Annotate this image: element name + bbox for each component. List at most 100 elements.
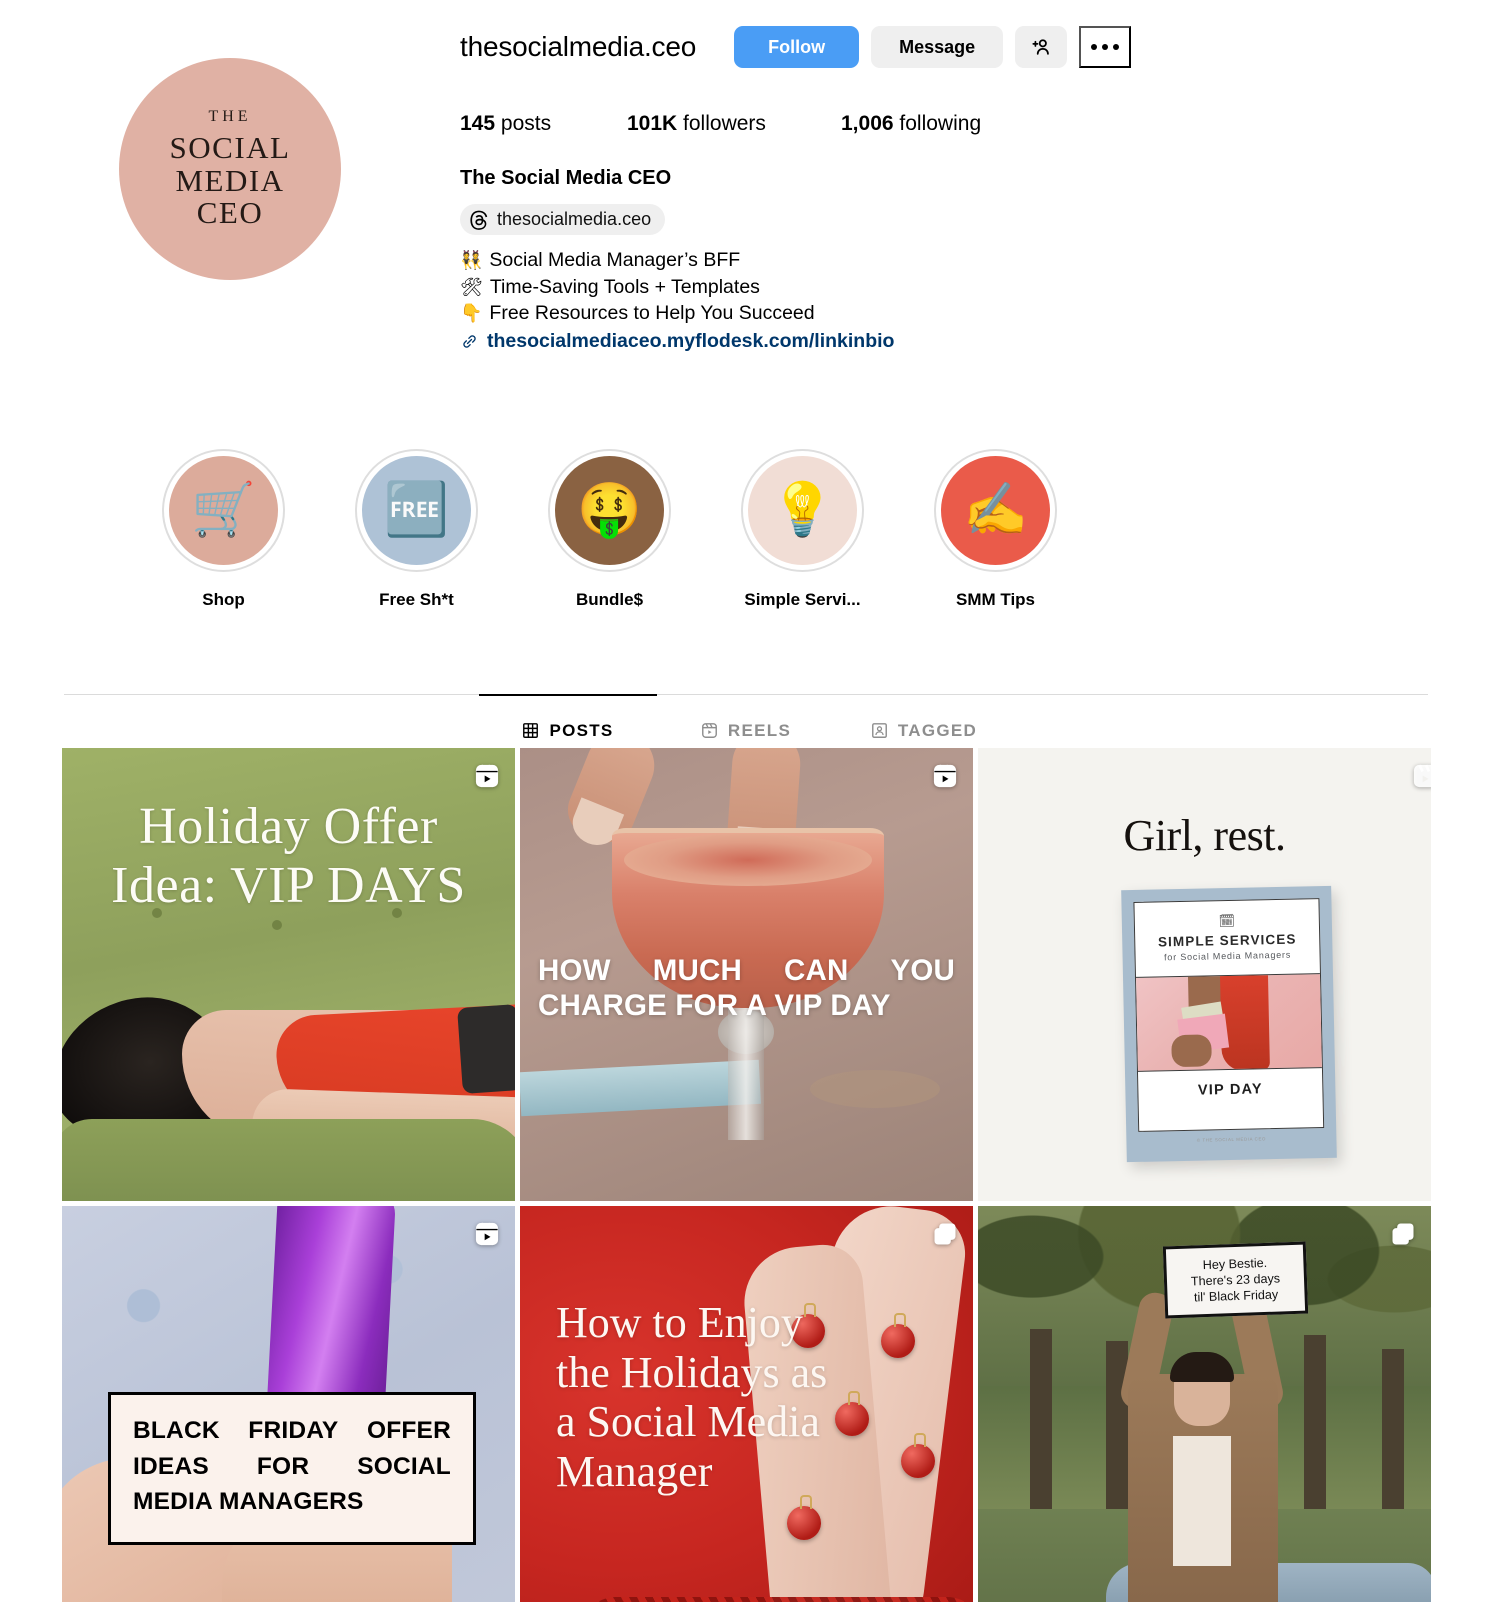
reels-icon [701,723,717,739]
username-action-row: thesocialmedia.ceo Follow Message [460,24,1492,70]
post2-drink-foam [624,834,872,886]
stat-followers[interactable]: 101K followers [627,112,841,136]
post-grid: Holiday Offer Idea: VIP DAYS HOW MUCH CA… [62,748,1432,1602]
post4-word-2: FRIDAY [248,1417,339,1444]
post3-mockup-title: SIMPLE SERVICES [1157,931,1297,950]
highlight-bundles[interactable]: 🤑 Bundle$ [513,448,706,610]
post6-held-sign: Hey Bestie. There's 23 days til' Black F… [1162,1241,1309,1319]
post4-word-4: IDEAS [133,1452,209,1480]
threads-handle: thesocialmedia.ceo [497,209,652,229]
post6-shirt [1173,1436,1231,1566]
highlight-smm-tips[interactable]: ✍️ SMM Tips [899,448,1092,610]
profile-header: THE SOCIAL MEDIA CEO thesocialmedia.ceo … [0,0,1492,355]
highlight-simple-services[interactable]: 💡 Simple Servi... [706,448,899,610]
link-chain-icon [460,332,479,351]
highlight-shop-ring: 🛒 [162,448,285,572]
post3-mockup-subtitle: for Social Media Managers [1163,949,1292,963]
post6-tree [1304,1335,1326,1535]
tagged-person-icon [871,723,887,739]
post3-mockup-footer: VIP DAY [1197,1081,1263,1099]
following-label: following [899,112,982,135]
post3-mockup-page: 🗓 SIMPLE SERVICES for Social Media Manag… [1133,898,1325,1132]
profile-avatar[interactable]: THE SOCIAL MEDIA CEO [119,58,341,280]
followers-count: 101K [627,112,678,135]
highlight-free-shit-ring: 🆓 [355,448,478,572]
avatar-line-social: SOCIAL [169,130,291,166]
grid-icon [523,723,539,739]
more-options-button[interactable] [1079,26,1132,68]
bio-link[interactable]: thesocialmediaceo.myflodesk.com/linkinbi… [460,328,1492,355]
post4-caption-line3: MEDIA MANAGERS [133,1488,364,1516]
shopping-cart-icon: 🛒 [169,455,278,565]
profile-full-name: The Social Media CEO [460,167,672,189]
post2-coaster [810,1070,940,1108]
post-how-much-charge-vip-day[interactable]: HOW MUCH CAN YOU CHARGE FOR A VIP DAY [520,748,973,1201]
stat-following[interactable]: 1,006 following [841,112,981,136]
bio-line-3-text: Free Resources to Help You Succeed [489,302,815,325]
writing-hand-icon: ✍️ [941,455,1050,565]
post5-tinsel [580,1597,973,1602]
bio-link-text: thesocialmediaceo.myflodesk.com/linkinbi… [487,330,895,353]
post4-word-1: BLACK [133,1417,220,1444]
highlight-shop[interactable]: 🛒 Shop [127,448,320,610]
add-person-button[interactable] [1015,26,1068,68]
post2-word-3: CAN [783,954,849,987]
post5-caption-line4: Manager [556,1447,713,1497]
post5-caption-line1: How to Enjoy [556,1298,803,1347]
threads-icon [470,210,488,230]
post1-tuft [272,920,282,930]
post-holiday-offer-vip-days[interactable]: Holiday Offer Idea: VIP DAYS [62,748,515,1201]
post3-photo-hand [1171,1034,1212,1068]
reel-icon [473,762,501,795]
post4-caption-line2: IDEAS FOR SOCIAL [133,1449,451,1485]
tools-icon: 🛠 [460,276,483,297]
avatar-line-ceo: CEO [196,194,264,230]
post3-guide-mockup: 🗓 SIMPLE SERVICES for Social Media Manag… [1121,885,1337,1163]
bio-line-2: 🛠 Time-Saving Tools + Templates [460,274,1492,301]
post-hey-bestie-black-friday[interactable]: Hey Bestie. There's 23 days til' Black F… [978,1206,1431,1602]
carousel-icon [1389,1220,1417,1253]
free-button-icon: 🆓 [362,455,471,565]
post3-caption: Girl, rest. [1123,811,1286,860]
bio-line-1-text: Social Media Manager’s BFF [489,249,741,271]
post2-word-4: YOU [890,954,955,987]
tab-tagged-label: TAGGED [897,720,978,740]
post6-tree [1030,1329,1052,1539]
highlight-free-shit[interactable]: 🆓 Free Sh*t [320,448,513,610]
avatar-line-the: THE [208,107,252,125]
highlight-smm-tips-ring: ✍️ [934,448,1057,572]
post5-ornament [901,1433,935,1478]
post6-sign-line3: til' Black Friday [1193,1287,1279,1305]
post5-caption-line2: the Holidays as [556,1347,828,1397]
light-bulb-icon: 💡 [748,455,857,565]
threads-badge[interactable]: thesocialmedia.ceo [460,204,666,235]
more-dot-2 [1102,44,1109,50]
post2-bar-surface [520,1059,761,1117]
story-highlights: 🛒 Shop 🆓 Free Sh*t 🤑 Bundle$ 💡 Simple Se… [0,355,1492,610]
more-dot-3 [1113,44,1120,50]
reel-icon [473,1220,501,1253]
posts-count: 145 [460,112,496,135]
post1-caption-line2: Idea: VIP DAYS [111,856,466,914]
post1-caption: Holiday Offer Idea: VIP DAYS [62,798,515,916]
highlight-bundles-ring: 🤑 [548,448,671,572]
post-enjoy-holidays-as-smm[interactable]: How to Enjoy the Holidays as a Social Me… [520,1206,973,1602]
message-button[interactable]: Message [871,26,1004,68]
profile-stats: 145 posts 101K followers 1,006 following [460,112,1492,136]
post2-word-1: HOW [538,954,611,987]
highlight-simple-services-label: Simple Servi... [744,589,861,609]
carousel-icon [931,1220,959,1253]
post2-caption-line2: CHARGE FOR A VIP DAY [538,988,891,1022]
dancers-icon: 👯 [460,250,483,270]
profile-info-column: thesocialmedia.ceo Follow Message 145 po… [460,18,1492,355]
calendar-icon: 🗓 [1218,912,1236,929]
post-black-friday-offer-ideas[interactable]: BLACK FRIDAY OFFER IDEAS FOR SOCIAL MEDI… [62,1206,515,1602]
post-girl-rest[interactable]: Girl, rest. 🗓 SIMPLE SERVICES for Social… [978,748,1431,1201]
follow-button[interactable]: Follow [734,26,860,68]
avatar-column: THE SOCIAL MEDIA CEO [0,18,460,355]
tab-reels-label: REELS [727,720,792,740]
money-mouth-face-icon: 🤑 [555,455,664,565]
tab-posts-label: POSTS [549,720,614,740]
stat-posts: 145 posts [460,112,627,136]
post4-word-6: SOCIAL [357,1452,451,1480]
